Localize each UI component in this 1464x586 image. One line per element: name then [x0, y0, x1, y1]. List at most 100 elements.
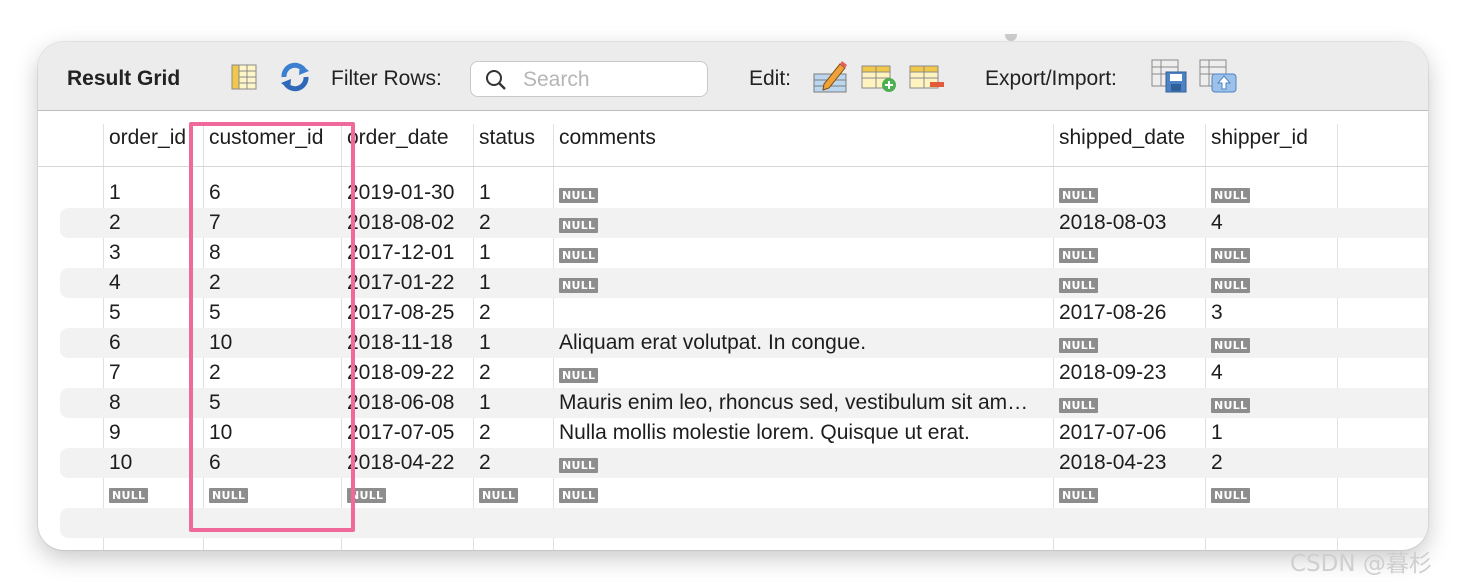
table-cell-shipped-date[interactable]: 2018-08-03: [1053, 211, 1205, 237]
table-cell-shipper-id[interactable]: 3: [1205, 301, 1337, 327]
table-cell-comments[interactable]: NULL: [553, 211, 1053, 237]
export-icon[interactable]: [1150, 58, 1188, 99]
table-cell-order-date[interactable]: 2018-06-08: [341, 391, 473, 417]
table-cell-status[interactable]: 1: [473, 391, 553, 417]
table-cell-order-date[interactable]: 2018-09-22: [341, 361, 473, 387]
table-cell-comments[interactable]: Mauris enim leo, rhoncus sed, vestibulum…: [553, 391, 1053, 417]
table-cell-shipped-date[interactable]: NULL: [1053, 241, 1205, 267]
table-cell-shipper-id[interactable]: NULL: [1205, 331, 1337, 357]
null-badge: NULL: [559, 188, 599, 203]
table-cell-comments[interactable]: NULL: [553, 361, 1053, 387]
null-badge: NULL: [559, 218, 599, 233]
table-cell-order-id[interactable]: 4: [103, 271, 203, 297]
table-cell-order-id[interactable]: 6: [103, 331, 203, 357]
table-cell-order-id[interactable]: 1: [103, 181, 203, 207]
table-cell-status[interactable]: 1: [473, 181, 553, 207]
column-header-shipper-id[interactable]: shipper_id: [1205, 126, 1337, 154]
add-row-icon[interactable]: [860, 62, 898, 99]
table-cell-comments[interactable]: [553, 301, 1053, 327]
column-header-status[interactable]: status: [473, 126, 553, 154]
table-cell-comments[interactable]: Nulla mollis molestie lorem. Quisque ut …: [553, 421, 1053, 447]
null-badge: NULL: [559, 248, 599, 263]
table-cell-shipped-date[interactable]: 2017-08-26: [1053, 301, 1205, 327]
table-cell-shipper-id[interactable]: 2: [1205, 451, 1337, 477]
null-badge: NULL: [479, 488, 519, 503]
delete-row-icon[interactable]: [908, 62, 946, 99]
table-cell-order-date[interactable]: 2017-07-05: [341, 421, 473, 447]
filter-search-box[interactable]: [470, 61, 708, 97]
table-cell-shipper-id[interactable]: 1: [1205, 421, 1337, 447]
column-header-shipped-date[interactable]: shipped_date: [1053, 126, 1205, 154]
null-badge: NULL: [1211, 278, 1251, 293]
refresh-icon[interactable]: [278, 61, 312, 98]
table-cell-order-id[interactable]: 10: [103, 451, 203, 477]
null-badge: NULL: [559, 278, 599, 293]
table-cell-shipper-id[interactable]: NULL: [1205, 241, 1337, 267]
null-badge: NULL: [1059, 398, 1099, 413]
table-cell-status[interactable]: 2: [473, 211, 553, 237]
table-cell-order-date[interactable]: 2018-11-18: [341, 331, 473, 357]
column-header-comments[interactable]: comments: [553, 126, 1053, 154]
table-cell-order-date[interactable]: 2017-01-22: [341, 271, 473, 297]
table-cell-order-date[interactable]: NULL: [341, 481, 473, 507]
table-cell-status[interactable]: NULL: [473, 481, 553, 507]
customer-id-highlight-box: [189, 122, 355, 532]
search-input[interactable]: [521, 67, 701, 93]
watermark-text: CSDN @暮杉: [1290, 551, 1432, 577]
null-badge: NULL: [559, 488, 599, 503]
table-cell-status[interactable]: 1: [473, 241, 553, 267]
table-cell-order-id[interactable]: 2: [103, 211, 203, 237]
null-badge: NULL: [1059, 488, 1099, 503]
import-icon[interactable]: [1198, 58, 1238, 101]
window-grab-handle: [1005, 34, 1017, 41]
table-cell-shipper-id[interactable]: NULL: [1205, 481, 1337, 507]
table-cell-shipper-id[interactable]: NULL: [1205, 181, 1337, 207]
null-badge: NULL: [1059, 248, 1099, 263]
table-cell-shipper-id[interactable]: NULL: [1205, 391, 1337, 417]
table-cell-comments[interactable]: NULL: [553, 481, 1053, 507]
table-cell-shipper-id[interactable]: NULL: [1205, 271, 1337, 297]
table-cell-order-date[interactable]: 2018-08-02: [341, 211, 473, 237]
table-cell-shipped-date[interactable]: NULL: [1053, 481, 1205, 507]
table-cell-order-date[interactable]: 2019-01-30: [341, 181, 473, 207]
table-cell-shipped-date[interactable]: 2018-04-23: [1053, 451, 1205, 477]
table-cell-shipped-date[interactable]: 2018-09-23: [1053, 361, 1205, 387]
table-cell-status[interactable]: 2: [473, 421, 553, 447]
table-cell-status[interactable]: 1: [473, 271, 553, 297]
table-cell-shipped-date[interactable]: NULL: [1053, 181, 1205, 207]
table-cell-status[interactable]: 2: [473, 361, 553, 387]
table-cell-comments[interactable]: NULL: [553, 181, 1053, 207]
table-cell-order-date[interactable]: 2017-08-25: [341, 301, 473, 327]
table-cell-status[interactable]: 2: [473, 301, 553, 327]
table-cell-shipped-date[interactable]: 2017-07-06: [1053, 421, 1205, 447]
table-cell-order-date[interactable]: 2018-04-22: [341, 451, 473, 477]
table-cell-status[interactable]: 1: [473, 331, 553, 357]
form-view-icon[interactable]: [230, 63, 258, 96]
edit-row-icon[interactable]: [812, 60, 848, 99]
table-cell-shipper-id[interactable]: 4: [1205, 361, 1337, 387]
table-cell-comments[interactable]: NULL: [553, 271, 1053, 297]
table-cell-shipped-date[interactable]: NULL: [1053, 391, 1205, 417]
table-cell-order-id[interactable]: 7: [103, 361, 203, 387]
table-cell-order-id[interactable]: 3: [103, 241, 203, 267]
table-cell-shipper-id[interactable]: 4: [1205, 211, 1337, 237]
column-header-order-id[interactable]: order_id: [103, 126, 203, 154]
table-cell-comments[interactable]: Aliquam erat volutpat. In congue.: [553, 331, 1053, 357]
edit-label: Edit:: [749, 67, 792, 90]
table-cell-shipped-date[interactable]: NULL: [1053, 271, 1205, 297]
table-cell-comments[interactable]: NULL: [553, 451, 1053, 477]
table-cell-comments[interactable]: NULL: [553, 241, 1053, 267]
null-badge: NULL: [559, 458, 599, 473]
table-cell-shipped-date[interactable]: NULL: [1053, 331, 1205, 357]
table-cell-order-id[interactable]: 9: [103, 421, 203, 447]
search-icon: [485, 69, 507, 96]
table-cell-order-id[interactable]: NULL: [103, 481, 203, 507]
export-import-label: Export/Import:: [985, 67, 1117, 90]
table-cell-status[interactable]: 2: [473, 451, 553, 477]
table-cell-order-id[interactable]: 5: [103, 301, 203, 327]
result-grid-toolbar: Result Grid Filter Rows: Search Edit: Ex…: [38, 42, 1428, 111]
table-cell-order-date[interactable]: 2017-12-01: [341, 241, 473, 267]
null-badge: NULL: [1059, 338, 1099, 353]
table-cell-order-id[interactable]: 8: [103, 391, 203, 417]
column-header-order-date[interactable]: order_date: [341, 126, 473, 154]
